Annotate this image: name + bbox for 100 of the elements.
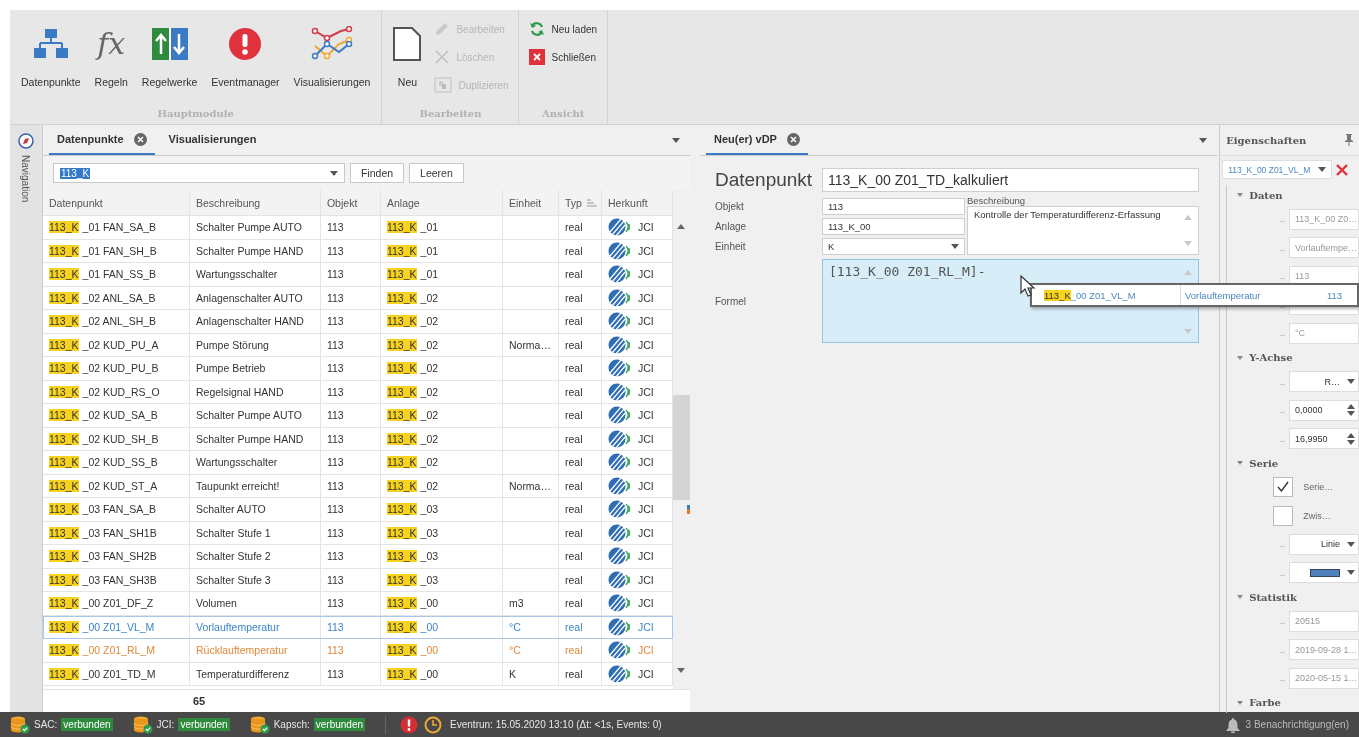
source-logo-icon bbox=[607, 428, 630, 449]
table-cell: 113 bbox=[320, 521, 381, 545]
name-field[interactable]: 113_K_00 Z01_TD_kalkuliert bbox=[821, 168, 1200, 192]
text-field[interactable]: 113_K_00 bbox=[821, 218, 965, 235]
caret-icon[interactable] bbox=[671, 137, 680, 143]
spin-arrows-icon[interactable] bbox=[1347, 432, 1355, 445]
section-header[interactable]: Statistik bbox=[1237, 587, 1359, 607]
table-row[interactable]: 113_K _02 ANL_SA_B Anlagenschalter AUTO 113 113_K _02 real JCI bbox=[42, 286, 673, 310]
text-field[interactable]: 113 bbox=[821, 198, 965, 215]
close-icon[interactable] bbox=[133, 132, 147, 146]
close-icon[interactable] bbox=[1336, 163, 1349, 176]
ribbon-button[interactable]: Eventmanager bbox=[206, 18, 285, 108]
table-row[interactable]: 113_K _00 Z01_TD_M Temperaturdifferenz 113 113_K _00 K real JCI bbox=[42, 662, 673, 686]
table-row[interactable]: 113_K _02 KUD_ST_A Taupunkt erreicht! 113 113_K _02 Norma… real JCI bbox=[42, 474, 673, 498]
table-cell: 113_K _01 FAN_SS_B bbox=[42, 263, 190, 287]
table-row[interactable]: 113_K _02 ANL_SH_B Anlagenschalter HAND 113 113_K _02 real JCI bbox=[42, 310, 673, 334]
close-icon[interactable] bbox=[786, 132, 800, 146]
source-logo-icon bbox=[607, 264, 630, 285]
table-row[interactable]: 113_K _03 FAN_SH1B Schalter Stufe 1 113 113_K _03 real JCI bbox=[42, 521, 673, 545]
notification-count[interactable]: 3 Benachrichtigung(en) bbox=[1245, 719, 1349, 730]
number-field[interactable]: 0,0000 bbox=[1289, 399, 1359, 421]
database-check-icon bbox=[10, 715, 30, 734]
spin-arrows-icon[interactable] bbox=[1347, 404, 1355, 417]
error-icon[interactable] bbox=[400, 715, 419, 734]
column-header[interactable]: Einheit bbox=[502, 190, 559, 216]
caret-icon[interactable] bbox=[1237, 700, 1244, 705]
section-header[interactable]: Daten bbox=[1237, 185, 1359, 205]
column-header[interactable]: Anlage bbox=[380, 190, 503, 216]
column-header[interactable]: Typ bbox=[558, 190, 602, 216]
scroll-down-icon[interactable] bbox=[677, 668, 686, 673]
table-row[interactable]: 113_K _02 KUD_PU_A Pumpe Störung 113 113_K _02 Norma… real JCI bbox=[42, 333, 673, 357]
ribbon-button[interactable]: fx Regeln bbox=[89, 18, 133, 108]
checkbox-label: Zwis… bbox=[1302, 510, 1332, 521]
table-row[interactable]: 113_K _02 KUD_RS_O Regelsignal HAND 113 113_K _02 real JCI bbox=[42, 380, 673, 404]
ribbon-button[interactable]: Datenpunkte bbox=[16, 18, 86, 108]
table-cell: 113_K _02 KUD_SH_B bbox=[42, 427, 190, 451]
caret-icon[interactable] bbox=[1347, 570, 1355, 576]
table-row[interactable]: 113_K _02 KUD_PU_B Pumpe Betrieb 113 113_K _02 real JCI bbox=[42, 357, 673, 381]
table-row[interactable]: 113_K _02 KUD_SA_B Schalter Pumpe AUTO 113 113_K _02 real JCI bbox=[42, 404, 673, 428]
caret-icon[interactable] bbox=[1237, 193, 1244, 197]
dropdown-field[interactable]: K bbox=[821, 238, 965, 255]
checkbox[interactable] bbox=[1273, 477, 1294, 498]
column-header[interactable]: Beschreibung bbox=[189, 190, 321, 216]
table-row[interactable]: 113_K _02 KUD_SH_B Schalter Pumpe HAND 113 113_K _02 real JCI bbox=[42, 427, 673, 451]
table-row[interactable]: 113_K _01 FAN_SS_B Wartungsschalter 113 113_K _01 real JCI bbox=[42, 263, 673, 287]
search-field[interactable]: 113_K bbox=[52, 163, 345, 183]
table-row[interactable]: 113_K _03 FAN_SH2B Schalter Stufe 2 113 113_K _03 real JCI bbox=[42, 545, 673, 569]
bell-icon[interactable] bbox=[1225, 716, 1240, 733]
tab[interactable]: Datenpunkte bbox=[48, 125, 155, 155]
search-button[interactable]: Finden bbox=[349, 163, 405, 183]
ribbon-button[interactable]: Regelwerke bbox=[136, 18, 203, 108]
checkbox[interactable] bbox=[1273, 505, 1294, 526]
object-dropdown[interactable]: 113_K_00 Z01_VL_M bbox=[1222, 160, 1333, 179]
ribbon-button[interactable]: Neu laden bbox=[525, 18, 602, 40]
caret-icon[interactable] bbox=[1237, 595, 1244, 599]
table-row[interactable]: 113_K _02 KUD_SS_B Wartungsschalter 113 113_K _02 real JCI bbox=[42, 451, 673, 475]
table-row[interactable]: 113_K _00 Z01_DF_Z Volumen 113 113_K _00 m3 real JCI bbox=[42, 592, 673, 616]
section-header[interactable]: Y-Achse bbox=[1237, 347, 1359, 368]
property-label: .. bbox=[1280, 673, 1285, 684]
table-row[interactable]: 113_K _03 FAN_SA_B Schalter AUTO 113 113_K _03 real JCI bbox=[42, 498, 673, 522]
caret-icon[interactable] bbox=[1237, 461, 1244, 465]
table-row[interactable]: 113_K _03 FAN_SH3B Schalter Stufe 3 113 113_K _03 real JCI bbox=[42, 568, 673, 592]
navigation-tab[interactable]: Navigation bbox=[20, 155, 32, 203]
caret-icon[interactable] bbox=[1199, 137, 1208, 143]
table-row[interactable]: 113_K _01 FAN_SH_B Schalter Pumpe HAND 113 113_K _01 real JCI bbox=[42, 239, 673, 263]
table-row[interactable]: 113_K _01 FAN_SA_B Schalter Pumpe AUTO 113 113_K _01 real JCI bbox=[42, 216, 673, 240]
column-header[interactable]: Herkunft bbox=[601, 190, 673, 216]
number-field[interactable]: 16,9950 bbox=[1289, 428, 1359, 450]
source-label: JCI bbox=[637, 620, 654, 633]
tab[interactable]: Neu(er) vDP bbox=[705, 125, 808, 155]
column-header[interactable]: Datenpunkt bbox=[42, 190, 190, 216]
caret-icon[interactable] bbox=[1347, 379, 1355, 385]
check-icon bbox=[1276, 480, 1291, 495]
property-dropdown[interactable]: Linie bbox=[1289, 533, 1359, 555]
source-label: JCI bbox=[637, 244, 654, 257]
caret-icon[interactable] bbox=[1237, 355, 1244, 360]
property-dropdown[interactable]: R… bbox=[1289, 371, 1359, 393]
section-header[interactable]: Serie bbox=[1237, 453, 1359, 473]
search-button[interactable]: Leeren bbox=[409, 163, 464, 183]
section-header[interactable]: Farbe bbox=[1237, 692, 1359, 713]
formula-icon: fx bbox=[97, 29, 126, 59]
caret-icon[interactable] bbox=[329, 170, 338, 176]
column-header[interactable]: Objekt bbox=[320, 190, 381, 216]
table-row[interactable]: 113_K _00 Z01_VL_M Vorlauftemperatur 113 113_K _00 °C real JCI bbox=[42, 615, 673, 639]
pin-icon[interactable] bbox=[1345, 134, 1353, 146]
source-logo-icon bbox=[607, 546, 630, 567]
color-dropdown[interactable] bbox=[1289, 562, 1359, 584]
table-row[interactable]: 113_K _00 Z01_RL_M Rücklauftemperatur 113 113_K _00 °C real JCI bbox=[42, 639, 673, 663]
ribbon-button[interactable]: Neu bbox=[388, 18, 427, 108]
caret-icon[interactable] bbox=[1347, 541, 1355, 547]
ribbon-button[interactable]: Visualisierungen bbox=[288, 18, 376, 108]
scroll-up-icon[interactable] bbox=[677, 224, 686, 229]
ribbon-button[interactable]: Schließen bbox=[525, 46, 602, 68]
table-cell: 113_K _00 Z01_TD_M bbox=[42, 662, 190, 686]
caret-icon[interactable] bbox=[950, 244, 959, 249]
caret-icon[interactable] bbox=[1318, 167, 1327, 172]
tab[interactable]: Visualisierungen bbox=[160, 125, 265, 155]
table-cell: real bbox=[558, 357, 602, 381]
source-label: JCI bbox=[637, 597, 654, 610]
connection-label: SAC: bbox=[34, 719, 58, 730]
